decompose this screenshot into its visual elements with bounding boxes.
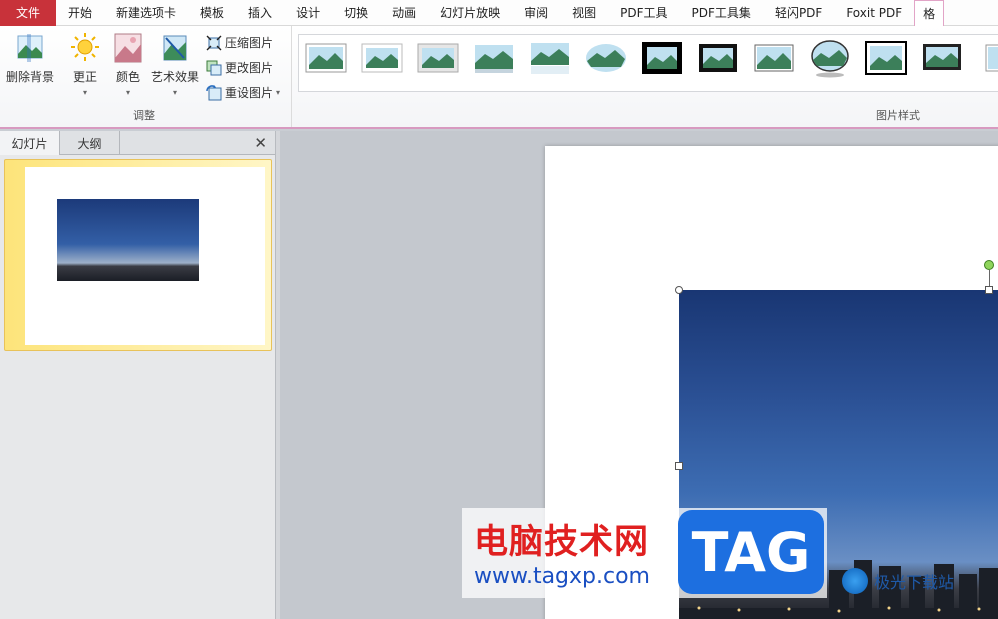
menu-qingshan-pdf[interactable]: 轻闪PDF	[763, 0, 834, 26]
watermark-site-logo: 极光下载站	[842, 568, 954, 594]
picture-style-4[interactable]	[473, 41, 515, 75]
picture-styles-gallery	[298, 34, 998, 92]
menu-template[interactable]: 模板	[188, 0, 236, 26]
picture-style-7[interactable]	[641, 41, 683, 75]
reset-picture-button[interactable]: 重设图片 ▾	[206, 84, 280, 101]
menu-animations[interactable]: 动画	[380, 0, 428, 26]
picture-style-thumbnail	[531, 43, 569, 74]
picture-style-6[interactable]	[585, 41, 627, 75]
slide-thumbnail-selected[interactable]	[4, 159, 272, 351]
menu-view[interactable]: 视图	[560, 0, 608, 26]
menu-bar: 文件 开始 新建选项卡 模板 插入 设计 切换 动画 幻灯片放映 审阅 视图 P…	[0, 0, 998, 27]
thumbnail-picture	[57, 199, 199, 281]
picture-style-9[interactable]	[753, 41, 795, 75]
chevron-down-icon: ▾	[276, 88, 281, 97]
reset-picture-label: 重设图片	[225, 86, 274, 100]
picture-style-thumbnail	[586, 44, 626, 72]
picture-styles-label: 图片样式	[876, 109, 920, 122]
remove-background-icon	[17, 34, 43, 62]
menu-home[interactable]: 开始	[56, 0, 104, 26]
close-icon[interactable]: ✕	[254, 134, 267, 152]
picture-style-thumbnail	[361, 43, 403, 73]
color-icon	[114, 33, 142, 63]
site-logo-text: 极光下载站	[874, 573, 955, 592]
color-label: 颜色	[115, 70, 140, 84]
chevron-down-icon: ▾	[125, 88, 130, 97]
picture-style-13[interactable]	[975, 41, 998, 75]
slide-thumbnail	[25, 167, 265, 345]
picture-style-5[interactable]	[529, 41, 571, 75]
compress-label: 压缩图片	[225, 36, 274, 50]
art-effects-label: 艺术效果	[151, 70, 200, 84]
correct-label: 更正	[72, 70, 97, 84]
pane-tabs: 幻灯片 大纲 ✕	[0, 131, 275, 155]
picture-style-thumbnail	[865, 41, 907, 75]
picture-style-thumbnail	[811, 40, 849, 78]
menu-review[interactable]: 审阅	[512, 0, 560, 26]
reset-picture-icon	[206, 84, 222, 100]
adjust-group: 删除背景 更正 ▾ 颜色 ▾ 艺术效果 ▾ 压缩图片 更改图片 重设图片 ▾ 调…	[0, 26, 292, 127]
art-effects-button[interactable]: 艺术效果 ▾	[151, 32, 199, 97]
ribbon: 删除背景 更正 ▾ 颜色 ▾ 艺术效果 ▾ 压缩图片 更改图片 重设图片 ▾ 调…	[0, 26, 998, 129]
picture-style-thumbnail	[417, 43, 459, 73]
slides-pane: 幻灯片 大纲 ✕	[0, 131, 276, 619]
compress-icon	[206, 35, 222, 50]
picture-style-thumbnail	[305, 43, 347, 73]
picture-style-thumbnail	[699, 44, 737, 72]
picture-style-12[interactable]	[921, 41, 963, 75]
menu-format-tab[interactable]: 格	[914, 0, 945, 27]
remove-background-button[interactable]: 删除背景	[6, 32, 54, 85]
picture-style-2[interactable]	[361, 41, 403, 75]
picture-style-thumbnail	[754, 44, 794, 72]
picture-style-1[interactable]	[305, 41, 347, 75]
chevron-down-icon: ▾	[173, 88, 178, 97]
resize-handle-top[interactable]	[985, 286, 993, 294]
correct-button[interactable]: 更正 ▾	[70, 32, 100, 97]
rotation-connector	[989, 270, 990, 286]
watermark-url: www.tagxp.com	[474, 564, 650, 589]
chevron-down-icon: ▾	[82, 88, 87, 97]
menu-foxit-pdf[interactable]: Foxit PDF	[834, 0, 914, 26]
sun-icon	[71, 33, 99, 61]
menu-insert[interactable]: 插入	[236, 0, 284, 26]
picture-style-3[interactable]	[417, 41, 459, 75]
change-picture-label: 更改图片	[225, 61, 274, 75]
menu-slideshow[interactable]: 幻灯片放映	[428, 0, 512, 26]
picture-style-thumbnail	[475, 45, 513, 73]
picture-style-thumbnail	[985, 44, 998, 72]
picture-style-thumbnail	[642, 42, 682, 74]
remove-background-label: 删除背景	[6, 70, 55, 84]
picture-style-11[interactable]	[865, 41, 907, 75]
resize-handle-top-left[interactable]	[675, 286, 683, 294]
adjust-group-label: 调整	[133, 109, 155, 122]
menu-transitions[interactable]: 切换	[332, 0, 380, 26]
picture-style-8[interactable]	[697, 41, 739, 75]
site-logo-icon	[842, 568, 868, 594]
picture-styles-group: 图片样式	[298, 26, 998, 127]
picture-style-thumbnail	[923, 44, 961, 70]
file-menu[interactable]: 文件	[0, 0, 56, 26]
resize-handle-left[interactable]	[675, 462, 683, 470]
watermark-overlay: 电脑技术网 www.tagxp.com TAG	[462, 508, 827, 598]
menu-new-tab[interactable]: 新建选项卡	[104, 0, 188, 26]
tab-outline[interactable]: 大纲	[60, 131, 120, 155]
menu-pdf-tools[interactable]: PDF工具	[608, 0, 679, 26]
picture-style-10[interactable]	[809, 40, 851, 78]
menu-pdf-toolset[interactable]: PDF工具集	[680, 0, 763, 26]
menu-design[interactable]: 设计	[284, 0, 332, 26]
change-picture-button[interactable]: 更改图片	[206, 59, 273, 76]
rotation-handle[interactable]	[984, 260, 994, 270]
tab-slides[interactable]: 幻灯片	[0, 131, 60, 155]
art-effects-icon	[163, 35, 187, 61]
compress-pictures-button[interactable]: 压缩图片	[206, 34, 273, 51]
watermark-cn-text: 电脑技术网	[474, 522, 649, 562]
change-picture-icon	[206, 60, 222, 75]
watermark-tag-logo: TAG	[678, 510, 824, 594]
color-button[interactable]: 颜色 ▾	[113, 32, 143, 97]
